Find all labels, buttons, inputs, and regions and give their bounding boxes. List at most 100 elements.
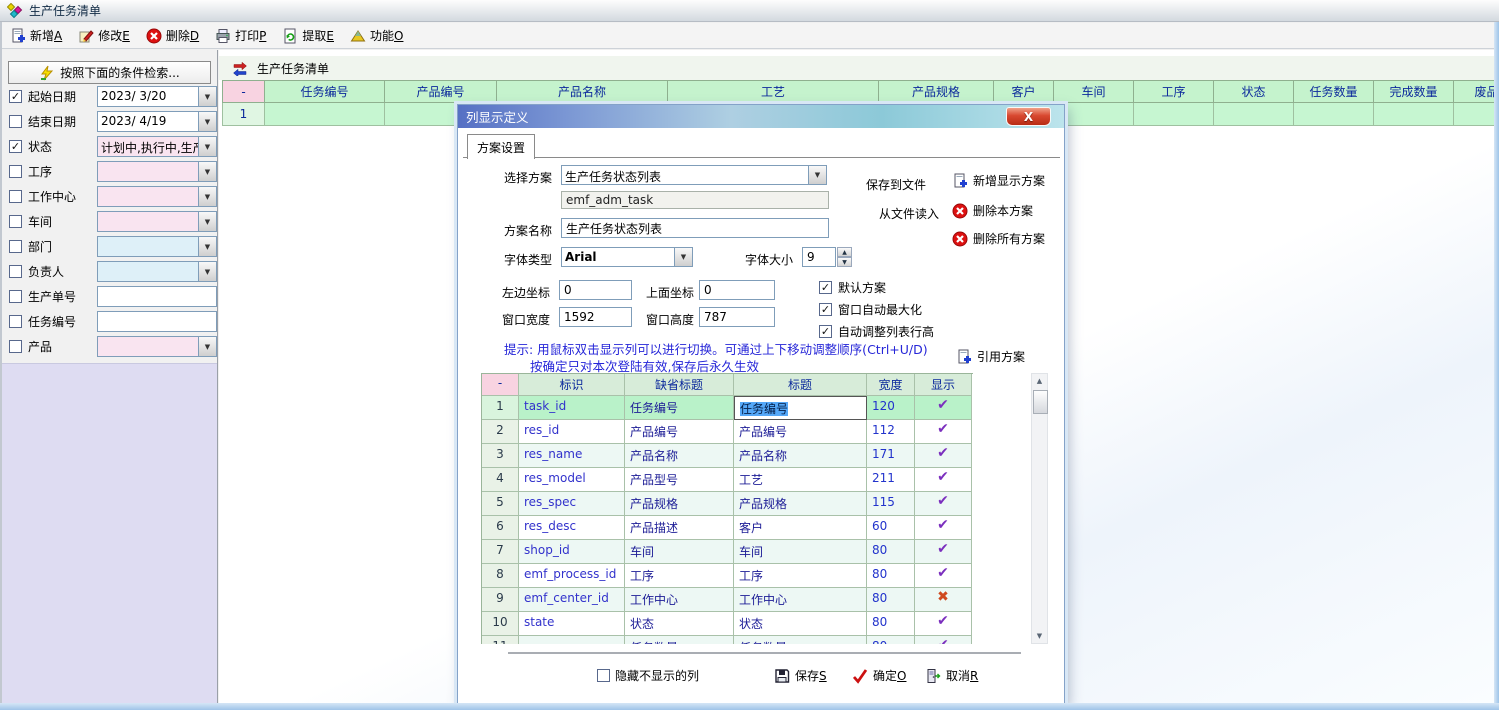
grid-cell-show-check-icon[interactable]: ✔ bbox=[915, 516, 972, 540]
grid-cell-width[interactable]: 211 bbox=[867, 468, 915, 492]
link-save-to-file[interactable]: 保存到文件 bbox=[866, 176, 926, 193]
task-column-header[interactable]: - bbox=[222, 80, 265, 103]
grid-cell-identifier[interactable]: state bbox=[519, 612, 625, 636]
task-column-header[interactable]: 产品规格 bbox=[879, 80, 994, 103]
task-cell[interactable] bbox=[1134, 103, 1214, 126]
grid-cell-title[interactable]: 车间 bbox=[734, 540, 867, 564]
scrollbar-thumb[interactable] bbox=[1033, 390, 1048, 414]
grid-cell-title[interactable]: 工序 bbox=[734, 564, 867, 588]
grid-cell-width[interactable]: 80 bbox=[867, 588, 915, 612]
grid-cell-title[interactable]: 任务数量 bbox=[734, 636, 867, 644]
grid-cell-identifier[interactable]: res_spec bbox=[519, 492, 625, 516]
grid-cell-identifier[interactable]: res_model bbox=[519, 468, 625, 492]
option-default-scheme-checkbox[interactable]: ✓ bbox=[819, 281, 832, 294]
task-column-header[interactable]: 车间 bbox=[1054, 80, 1134, 103]
grid-cell-width[interactable]: 80 bbox=[867, 540, 915, 564]
chevron-down-icon[interactable]: ▼ bbox=[198, 212, 216, 231]
button-cancel[interactable]: 取消R bbox=[925, 667, 978, 684]
scheme-name-input[interactable]: 生产任务状态列表 bbox=[561, 218, 829, 238]
hide-columns-option[interactable]: 隐藏不显示的列 bbox=[597, 667, 699, 684]
filter-task-no-checkbox[interactable] bbox=[9, 315, 22, 328]
grid-cell-default-title[interactable]: 任务数量 bbox=[625, 636, 734, 644]
grid-cell-title[interactable]: 状态 bbox=[734, 612, 867, 636]
task-cell[interactable] bbox=[1054, 103, 1134, 126]
chevron-down-icon[interactable]: ▼ bbox=[674, 248, 692, 266]
grid-cell-default-title[interactable]: 产品型号 bbox=[625, 468, 734, 492]
toolbar-button-delete[interactable]: 删除D bbox=[146, 27, 199, 44]
hide-columns-checkbox[interactable] bbox=[597, 669, 610, 682]
task-cell[interactable] bbox=[1374, 103, 1454, 126]
grid-cell-identifier[interactable]: res_name bbox=[519, 444, 625, 468]
window-height-input[interactable]: 787 bbox=[699, 307, 775, 327]
option-auto-maximize[interactable]: ✓窗口自动最大化 bbox=[819, 301, 922, 318]
chevron-down-icon[interactable]: ▼ bbox=[198, 87, 216, 106]
filter-start-date-checkbox[interactable]: ✓ bbox=[9, 90, 22, 103]
option-auto-row-height[interactable]: ✓自动调整列表行高 bbox=[819, 323, 934, 340]
grid-cell-width[interactable]: 60 bbox=[867, 516, 915, 540]
filter-owner-checkbox[interactable] bbox=[9, 265, 22, 278]
grid-cell-identifier[interactable]: task_id bbox=[519, 396, 625, 420]
chevron-down-icon[interactable]: ▼ bbox=[808, 166, 826, 184]
scroll-down-icon[interactable]: ▼ bbox=[1032, 630, 1047, 642]
grid-cell-show-check-icon[interactable]: ✔ bbox=[915, 396, 972, 420]
filter-workshop-combo[interactable]: ▼ bbox=[97, 211, 217, 232]
task-column-header[interactable]: 工序 bbox=[1134, 80, 1214, 103]
spin-up-icon[interactable]: ▲ bbox=[837, 247, 852, 257]
toolbar-button-extract[interactable]: 提取E bbox=[282, 27, 334, 44]
grid-cell-identifier[interactable]: shop_id bbox=[519, 540, 625, 564]
grid-cell-width[interactable]: 80 bbox=[867, 636, 915, 644]
left-coord-input[interactable]: 0 bbox=[559, 280, 632, 300]
grid-cell-default-title[interactable]: 工序 bbox=[625, 564, 734, 588]
grid-cell-show-check-icon[interactable]: ✔ bbox=[915, 492, 972, 516]
grid-cell-identifier[interactable]: res_id bbox=[519, 420, 625, 444]
filter-process-checkbox[interactable] bbox=[9, 165, 22, 178]
filter-work-center-checkbox[interactable] bbox=[9, 190, 22, 203]
filter-product-combo[interactable]: ▼ bbox=[97, 336, 217, 357]
tab-scheme-settings[interactable]: 方案设置 bbox=[467, 134, 535, 159]
scroll-up-icon[interactable]: ▲ bbox=[1032, 375, 1047, 387]
task-column-header[interactable]: 任务编号 bbox=[265, 80, 385, 103]
chevron-down-icon[interactable]: ▼ bbox=[198, 137, 216, 156]
font-type-combo[interactable]: Arial ▼ bbox=[561, 247, 693, 267]
task-column-header[interactable]: 产品编号 bbox=[385, 80, 497, 103]
grid-cell-default-title[interactable]: 车间 bbox=[625, 540, 734, 564]
grid-cell-show-check-icon[interactable]: ✔ bbox=[915, 564, 972, 588]
grid-cell-width[interactable]: 80 bbox=[867, 612, 915, 636]
grid-cell-title[interactable]: 产品规格 bbox=[734, 492, 867, 516]
task-column-header[interactable]: 任务数量 bbox=[1294, 80, 1374, 103]
filter-start-date-combo[interactable]: 2023/ 3/20▼ bbox=[97, 86, 217, 107]
task-cell[interactable] bbox=[1294, 103, 1374, 126]
filter-owner-combo[interactable]: ▼ bbox=[97, 261, 217, 282]
button-save[interactable]: 保存S bbox=[774, 667, 827, 684]
button-ok[interactable]: 确定O bbox=[852, 667, 906, 684]
font-size-stepper[interactable]: ▲ ▼ bbox=[837, 247, 852, 267]
grid-cell-title[interactable]: 工艺 bbox=[734, 468, 867, 492]
grid-vertical-scrollbar[interactable]: ▲ ▼ bbox=[1031, 373, 1048, 644]
grid-cell-default-title[interactable]: 产品编号 bbox=[625, 420, 734, 444]
task-cell[interactable] bbox=[1214, 103, 1294, 126]
grid-cell-identifier[interactable]: emf_center_id bbox=[519, 588, 625, 612]
filter-production-order-input[interactable] bbox=[97, 286, 217, 307]
grid-cell-show-check-icon[interactable]: ✔ bbox=[915, 612, 972, 636]
reference-scheme-button[interactable]: 引用方案 bbox=[956, 348, 1025, 365]
grid-cell-identifier[interactable] bbox=[519, 636, 625, 644]
toolbar-button-add[interactable]: 新增A bbox=[10, 27, 62, 44]
task-column-header[interactable]: 状态 bbox=[1214, 80, 1294, 103]
toolbar-button-print[interactable]: 打印P bbox=[215, 27, 266, 44]
grid-cell-title[interactable]: 产品编号 bbox=[734, 420, 867, 444]
grid-cell-identifier[interactable]: res_desc bbox=[519, 516, 625, 540]
toolbar-button-function[interactable]: 功能O bbox=[350, 27, 403, 44]
filter-status-combo[interactable]: 计划中,执行中,生产▼ bbox=[97, 136, 217, 157]
filter-end-date-checkbox[interactable] bbox=[9, 115, 22, 128]
font-size-input[interactable]: 9 bbox=[802, 247, 836, 267]
filter-department-combo[interactable]: ▼ bbox=[97, 236, 217, 257]
top-coord-input[interactable]: 0 bbox=[699, 280, 775, 300]
grid-cell-show-check-icon[interactable]: ✔ bbox=[915, 468, 972, 492]
task-cell[interactable] bbox=[265, 103, 385, 126]
grid-cell-width[interactable]: 120 bbox=[867, 396, 915, 420]
grid-cell-width[interactable]: 80 bbox=[867, 564, 915, 588]
button-delete-all-schemes[interactable]: 删除所有方案 bbox=[952, 230, 1045, 247]
chevron-down-icon[interactable]: ▼ bbox=[198, 262, 216, 281]
option-auto-row-height-checkbox[interactable]: ✓ bbox=[819, 325, 832, 338]
grid-cell-identifier[interactable]: emf_process_id bbox=[519, 564, 625, 588]
